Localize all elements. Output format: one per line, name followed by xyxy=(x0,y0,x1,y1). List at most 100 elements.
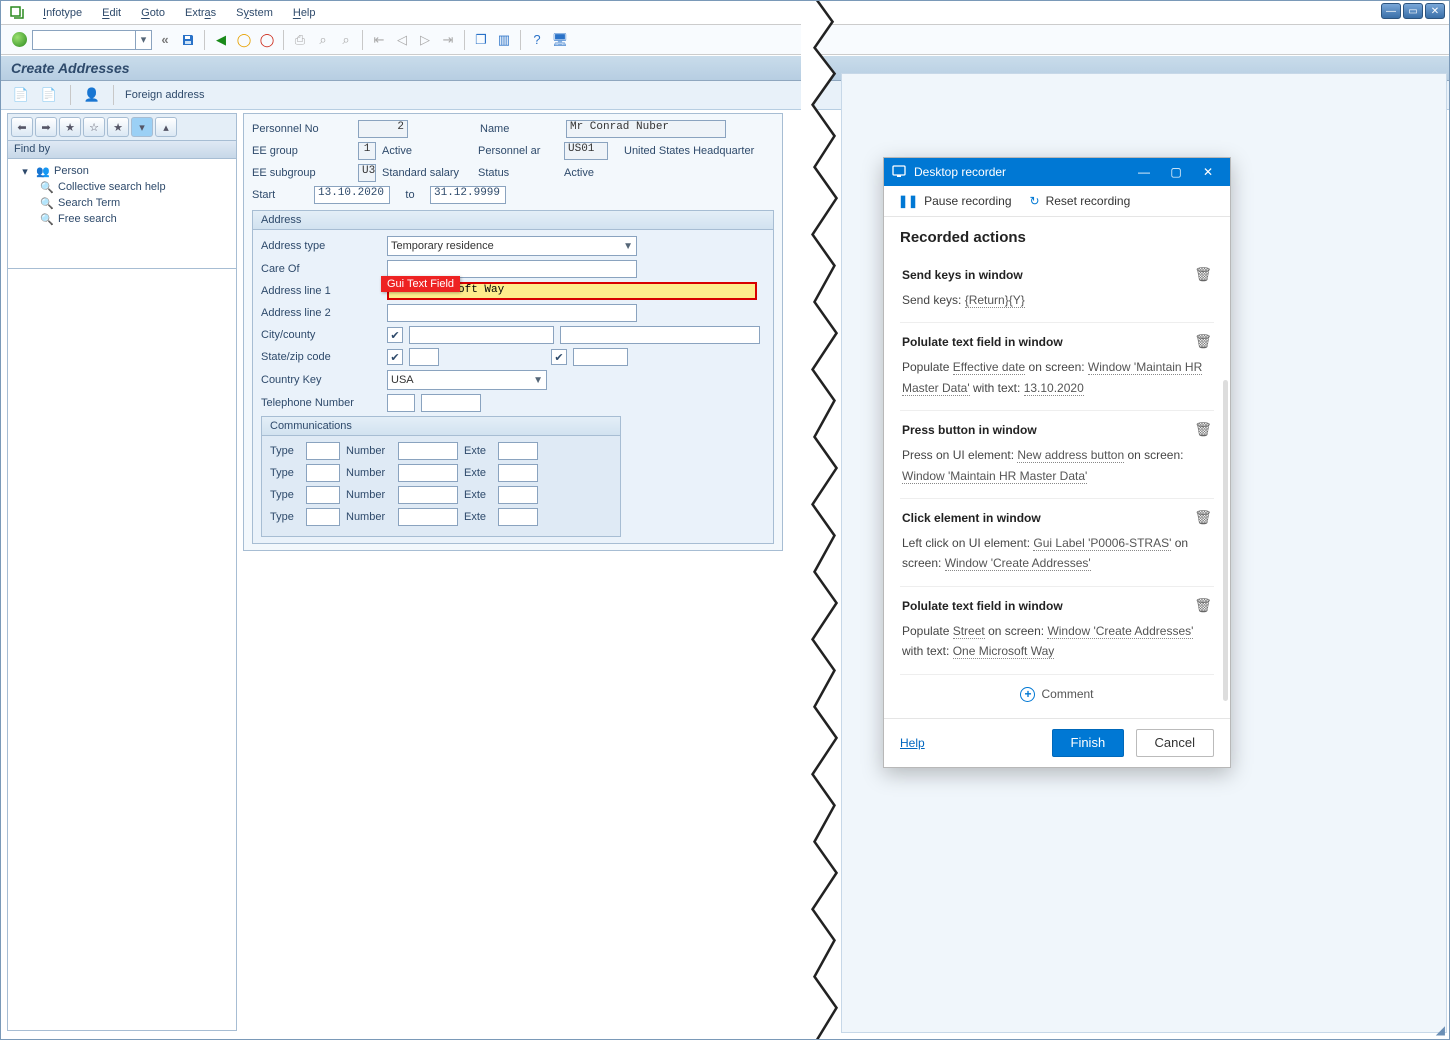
first-page-icon[interactable]: ⇤ xyxy=(369,30,389,50)
fav-add-icon[interactable]: ★ xyxy=(59,117,81,137)
comm-type-field[interactable] xyxy=(306,442,340,460)
country-key-select[interactable]: USA▼ xyxy=(387,370,547,390)
recorder-scrollbar[interactable] xyxy=(1223,380,1228,701)
recorder-titlebar[interactable]: Desktop recorder — ▢ ✕ xyxy=(884,158,1230,186)
comm-ext-field[interactable] xyxy=(498,442,538,460)
last-page-icon[interactable]: ⇥ xyxy=(438,30,458,50)
help-icon[interactable]: ? xyxy=(527,30,547,50)
fav-del-icon[interactable]: ☆ xyxy=(83,117,105,137)
comm-number-field[interactable] xyxy=(398,442,458,460)
comm-type-field[interactable] xyxy=(306,486,340,504)
minimize-button[interactable]: — xyxy=(1381,3,1401,19)
tree-leaf-collective[interactable]: 🔍 Collective search help xyxy=(12,179,232,195)
recorder-close-button[interactable]: ✕ xyxy=(1194,158,1222,186)
menu-edit[interactable]: Edit xyxy=(94,5,129,21)
menu-help[interactable]: Help xyxy=(285,5,324,21)
new-session-icon[interactable]: ❐ xyxy=(471,30,491,50)
restore-button[interactable]: ▭ xyxy=(1403,3,1423,19)
delete-action-icon[interactable]: 🗑 xyxy=(1194,333,1212,350)
menu-bar: Infotype Edit Goto Extras System Help xyxy=(1,1,1449,25)
person-icon[interactable]: 👤 xyxy=(82,85,102,105)
address-line2-field[interactable] xyxy=(387,304,637,322)
comm-row: Type Number Exte xyxy=(270,442,612,460)
expand-node-icon[interactable]: ▾ xyxy=(18,164,32,178)
menu-system[interactable]: System xyxy=(228,5,281,21)
comm-ext-field[interactable] xyxy=(498,486,538,504)
state-required-icon[interactable]: ✔ xyxy=(387,349,403,365)
delete-action-icon[interactable]: 🗑 xyxy=(1194,597,1212,614)
find-next-icon[interactable]: ⌕ xyxy=(336,30,356,50)
menu-goto[interactable]: Goto xyxy=(133,5,173,21)
nav-exit-icon[interactable]: ◯ xyxy=(234,30,254,50)
recorded-action-card[interactable]: 🗑Send keys in windowSend keys: {Return}{… xyxy=(900,256,1214,323)
reset-recording-button[interactable]: ↻ Reset recording xyxy=(1030,194,1131,208)
finish-button[interactable]: Finish xyxy=(1052,729,1125,757)
zip-field[interactable] xyxy=(573,348,628,366)
foreign-address-link[interactable]: Foreign address xyxy=(125,89,205,101)
nav-left-icon[interactable]: ⬅ xyxy=(11,117,33,137)
recorded-action-card[interactable]: 🗑Press button in windowPress on UI eleme… xyxy=(900,411,1214,499)
doc-icon[interactable]: 📄 xyxy=(11,85,31,105)
shortcut-icon[interactable]: ▥ xyxy=(494,30,514,50)
city-field[interactable] xyxy=(409,326,554,344)
help-link[interactable]: Help xyxy=(900,736,925,750)
city-required-icon[interactable]: ✔ xyxy=(387,327,403,343)
layout-icon[interactable]: 🖥 xyxy=(550,30,570,50)
tel-number-field[interactable] xyxy=(421,394,481,412)
comm-type-field[interactable] xyxy=(306,508,340,526)
delete-action-icon[interactable]: 🗑 xyxy=(1194,509,1212,526)
find-by-tree[interactable]: ▾ 👥 Person 🔍 Collective search help 🔍 Se… xyxy=(7,159,237,269)
end-field[interactable]: 31.12.9999 xyxy=(430,186,506,204)
state-field[interactable] xyxy=(409,348,439,366)
tel-area-field[interactable] xyxy=(387,394,415,412)
expand-icon[interactable]: ▾ xyxy=(131,117,153,137)
nav-right-icon[interactable]: ➡ xyxy=(35,117,57,137)
app-menu-icon[interactable] xyxy=(9,5,25,21)
ee-subgroup-label: EE subgroup xyxy=(252,167,352,179)
print-icon[interactable]: ⎙ xyxy=(290,30,310,50)
menu-extras[interactable]: Extras xyxy=(177,5,224,21)
recorded-action-card[interactable]: 🗑Polulate text field in windowPopulate S… xyxy=(900,587,1214,675)
recorder-minimize-button[interactable]: — xyxy=(1130,158,1158,186)
fav-list-icon[interactable]: ★ xyxy=(107,117,129,137)
address-type-select[interactable]: Temporary residence▼ xyxy=(387,236,637,256)
county-field[interactable] xyxy=(560,326,760,344)
nav-cancel-icon[interactable]: ◯ xyxy=(257,30,277,50)
comm-type-field[interactable] xyxy=(306,464,340,482)
save-icon[interactable] xyxy=(178,30,198,50)
menu-infotype[interactable]: Infotype xyxy=(35,5,90,21)
resize-grip-icon[interactable]: ◢ xyxy=(1436,1023,1445,1037)
find-icon[interactable]: ⌕ xyxy=(313,30,333,50)
delete-action-icon[interactable]: 🗑 xyxy=(1194,421,1212,438)
recorded-action-card[interactable]: 🗑Click element in windowLeft click on UI… xyxy=(900,499,1214,587)
collapse-icon[interactable]: ▴ xyxy=(155,117,177,137)
start-field[interactable]: 13.10.2020 xyxy=(314,186,390,204)
close-button[interactable]: ✕ xyxy=(1425,3,1445,19)
comm-ext-field[interactable] xyxy=(498,464,538,482)
field-tooltip: Gui Text Field xyxy=(381,276,460,292)
status-label: Status xyxy=(478,167,558,179)
personnel-no-label: Personnel No xyxy=(252,123,352,135)
doc2-icon[interactable]: 📄 xyxy=(39,85,59,105)
recorder-maximize-button[interactable]: ▢ xyxy=(1162,158,1190,186)
delete-action-icon[interactable]: 🗑 xyxy=(1194,266,1212,283)
prev-page-icon[interactable]: ◁ xyxy=(392,30,412,50)
enter-button[interactable] xyxy=(9,30,29,50)
nav-back-icon[interactable]: ◀ xyxy=(211,30,231,50)
tree-leaf-freesearch[interactable]: 🔍 Free search xyxy=(12,211,232,227)
recorded-action-card[interactable]: 🗑Polulate text field in windowPopulate E… xyxy=(900,323,1214,411)
add-comment-button[interactable]: + Comment xyxy=(900,675,1214,714)
tree-leaf-searchterm[interactable]: 🔍 Search Term xyxy=(12,195,232,211)
comm-number-field[interactable] xyxy=(398,508,458,526)
zip-required-icon[interactable]: ✔ xyxy=(551,349,567,365)
comm-number-field[interactable] xyxy=(398,464,458,482)
personnel-no-field[interactable]: 2 xyxy=(358,120,408,138)
comm-number-field[interactable] xyxy=(398,486,458,504)
tree-node-person[interactable]: ▾ 👥 Person xyxy=(12,163,232,179)
command-field[interactable]: ▾ xyxy=(32,30,152,50)
back-icon[interactable]: « xyxy=(155,30,175,50)
pause-recording-button[interactable]: ❚❚ Pause recording xyxy=(898,194,1012,208)
comm-ext-field[interactable] xyxy=(498,508,538,526)
cancel-button[interactable]: Cancel xyxy=(1136,729,1214,757)
next-page-icon[interactable]: ▷ xyxy=(415,30,435,50)
